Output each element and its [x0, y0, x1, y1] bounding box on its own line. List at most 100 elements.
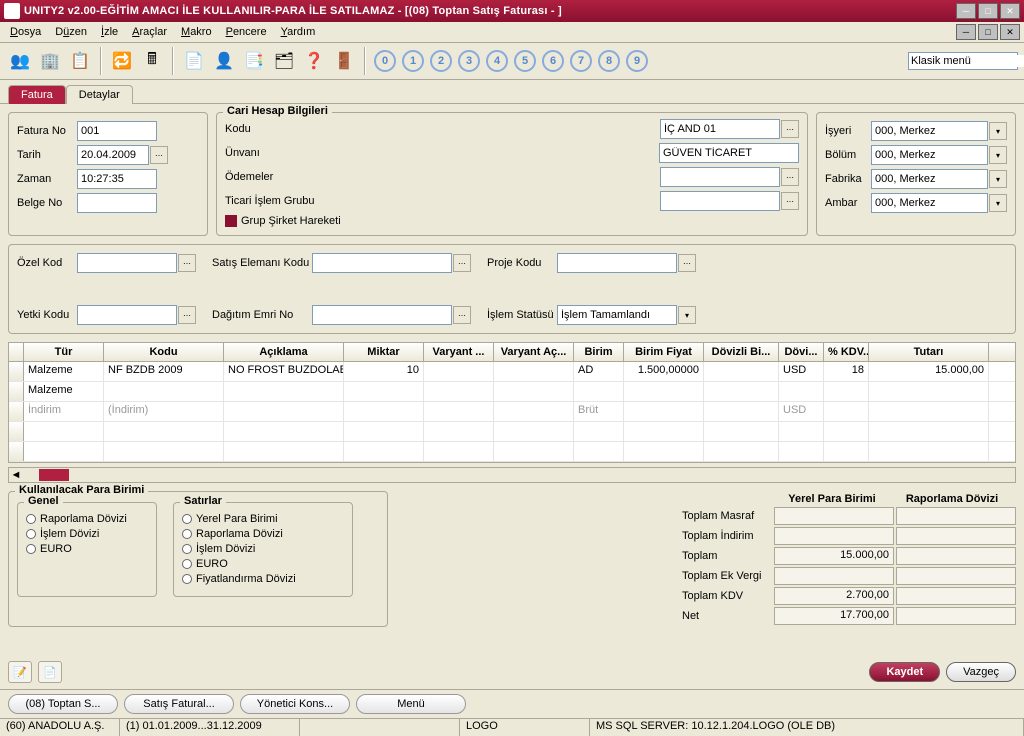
fabrika-drop-icon[interactable]: ▾ [989, 170, 1007, 188]
ozel-lookup-icon[interactable]: ⋯ [178, 254, 196, 272]
radio-genel[interactable]: İşlem Dövizi [26, 528, 148, 540]
taskbar-button[interactable]: Menü [356, 694, 466, 714]
col-birim-fiyat[interactable]: Birim Fiyat [624, 343, 704, 361]
grid-cell[interactable]: AD [574, 362, 624, 381]
table-row[interactable]: MalzemeNF BZDB 2009NO FROST BUZDOLABI10A… [9, 362, 1015, 382]
tb-form-icon[interactable]: 📋 [66, 47, 94, 75]
radio-icon[interactable] [26, 514, 36, 524]
grid-cell[interactable] [104, 442, 224, 461]
radio-genel[interactable]: EURO [26, 543, 148, 555]
satis-lookup-icon[interactable]: ⋯ [453, 254, 471, 272]
menu-duzen[interactable]: Düzen [49, 24, 93, 40]
satis-input[interactable] [316, 257, 448, 269]
num-button-1[interactable]: 1 [402, 50, 424, 72]
grid-cell[interactable] [424, 402, 494, 421]
grid-cell[interactable] [574, 382, 624, 401]
num-button-7[interactable]: 7 [570, 50, 592, 72]
grid-cell[interactable] [424, 442, 494, 461]
grid-cell[interactable] [104, 422, 224, 441]
col-varyant-ac[interactable]: Varyant Aç... [494, 343, 574, 361]
grid-cell[interactable] [224, 382, 344, 401]
fatura-no-input[interactable] [81, 125, 153, 137]
grid-cell[interactable] [24, 422, 104, 441]
grid-cell[interactable]: NO FROST BUZDOLABI [224, 362, 344, 381]
yetki-lookup-icon[interactable]: ⋯ [178, 306, 196, 324]
grid-cell[interactable] [494, 422, 574, 441]
menu-izle[interactable]: İzle [95, 24, 124, 40]
tb-help-icon[interactable]: ❓ [300, 47, 328, 75]
grid-cell[interactable] [344, 382, 424, 401]
minimize-button[interactable]: ─ [956, 3, 976, 19]
menu-makro[interactable]: Makro [175, 24, 218, 40]
tb-clipboard-icon[interactable]: 📄 [180, 47, 208, 75]
odemeler-input[interactable] [664, 171, 776, 183]
col-tutar[interactable]: Tutarı [869, 343, 989, 361]
isyeri-drop-icon[interactable]: ▾ [989, 122, 1007, 140]
grid-cell[interactable] [494, 402, 574, 421]
grid-cell[interactable] [494, 442, 574, 461]
scroll-thumb[interactable] [39, 469, 69, 481]
grid-cell[interactable]: Malzeme [24, 382, 104, 401]
radio-satirlar[interactable]: Yerel Para Birimi [182, 513, 344, 525]
grid-cell[interactable] [779, 442, 824, 461]
grid-scrollbar[interactable]: ◄ [8, 467, 1016, 483]
tb-star-doc-icon[interactable]: 📑 [240, 47, 268, 75]
col-kodu[interactable]: Kodu [104, 343, 224, 361]
grid-cell[interactable]: USD [779, 362, 824, 381]
radio-icon[interactable] [26, 529, 36, 539]
grid-cell[interactable] [779, 382, 824, 401]
unvani-input[interactable] [663, 147, 795, 159]
grid-cell[interactable] [779, 422, 824, 441]
zaman-input[interactable] [81, 173, 153, 185]
tb-refresh-icon[interactable]: 🔁 [108, 47, 136, 75]
grid-cell[interactable] [224, 442, 344, 461]
col-miktar[interactable]: Miktar [344, 343, 424, 361]
ozel-input[interactable] [81, 257, 173, 269]
ticari-lookup-icon[interactable]: ⋯ [781, 192, 799, 210]
grid-cell[interactable] [869, 422, 989, 441]
tarih-input[interactable] [81, 149, 145, 161]
num-button-9[interactable]: 9 [626, 50, 648, 72]
grid-cell[interactable] [424, 382, 494, 401]
radio-icon[interactable] [182, 514, 192, 524]
menu-araclar[interactable]: Araçlar [126, 24, 173, 40]
grid-cell[interactable] [344, 402, 424, 421]
radio-icon[interactable] [182, 574, 192, 584]
tb-person-icon[interactable]: 👤 [210, 47, 238, 75]
tb-calc-icon[interactable]: 🖩 [138, 47, 166, 75]
date-picker-icon[interactable]: ⋯ [150, 146, 168, 164]
radio-icon[interactable] [182, 529, 192, 539]
grid-cell[interactable] [344, 442, 424, 461]
num-button-6[interactable]: 6 [542, 50, 564, 72]
grid-cell[interactable] [824, 442, 869, 461]
grid-cell[interactable] [869, 382, 989, 401]
yetki-input[interactable] [81, 309, 173, 321]
num-button-0[interactable]: 0 [374, 50, 396, 72]
note-yellow-icon[interactable]: 📝 [8, 661, 32, 683]
grid-cell[interactable] [574, 442, 624, 461]
grid-cell[interactable] [869, 402, 989, 421]
grid-cell[interactable]: 1.500,00000 [624, 362, 704, 381]
mdi-minimize-button[interactable]: ─ [956, 24, 976, 40]
col-varyant[interactable]: Varyant ... [424, 343, 494, 361]
grid-cell[interactable] [494, 362, 574, 381]
dagitim-input[interactable] [316, 309, 448, 321]
grid-cell[interactable]: İndirim [24, 402, 104, 421]
radio-satirlar[interactable]: Fiyatlandırma Dövizi [182, 573, 344, 585]
mdi-close-button[interactable]: ✕ [1000, 24, 1020, 40]
grid-cell[interactable]: 10 [344, 362, 424, 381]
grid-cell[interactable]: NF BZDB 2009 [104, 362, 224, 381]
grid-cell[interactable] [704, 382, 779, 401]
mdi-maximize-button[interactable]: □ [978, 24, 998, 40]
bolum-input[interactable] [875, 149, 984, 161]
grid-cell[interactable] [24, 442, 104, 461]
proje-input[interactable] [561, 257, 673, 269]
col-aciklama[interactable]: Açıklama [224, 343, 344, 361]
islem-input[interactable] [561, 309, 673, 321]
grid-cell[interactable] [824, 422, 869, 441]
grid-cell[interactable] [224, 422, 344, 441]
islem-drop-icon[interactable]: ▾ [678, 306, 696, 324]
radio-icon[interactable] [26, 544, 36, 554]
radio-satirlar[interactable]: EURO [182, 558, 344, 570]
grid-cell[interactable] [224, 402, 344, 421]
